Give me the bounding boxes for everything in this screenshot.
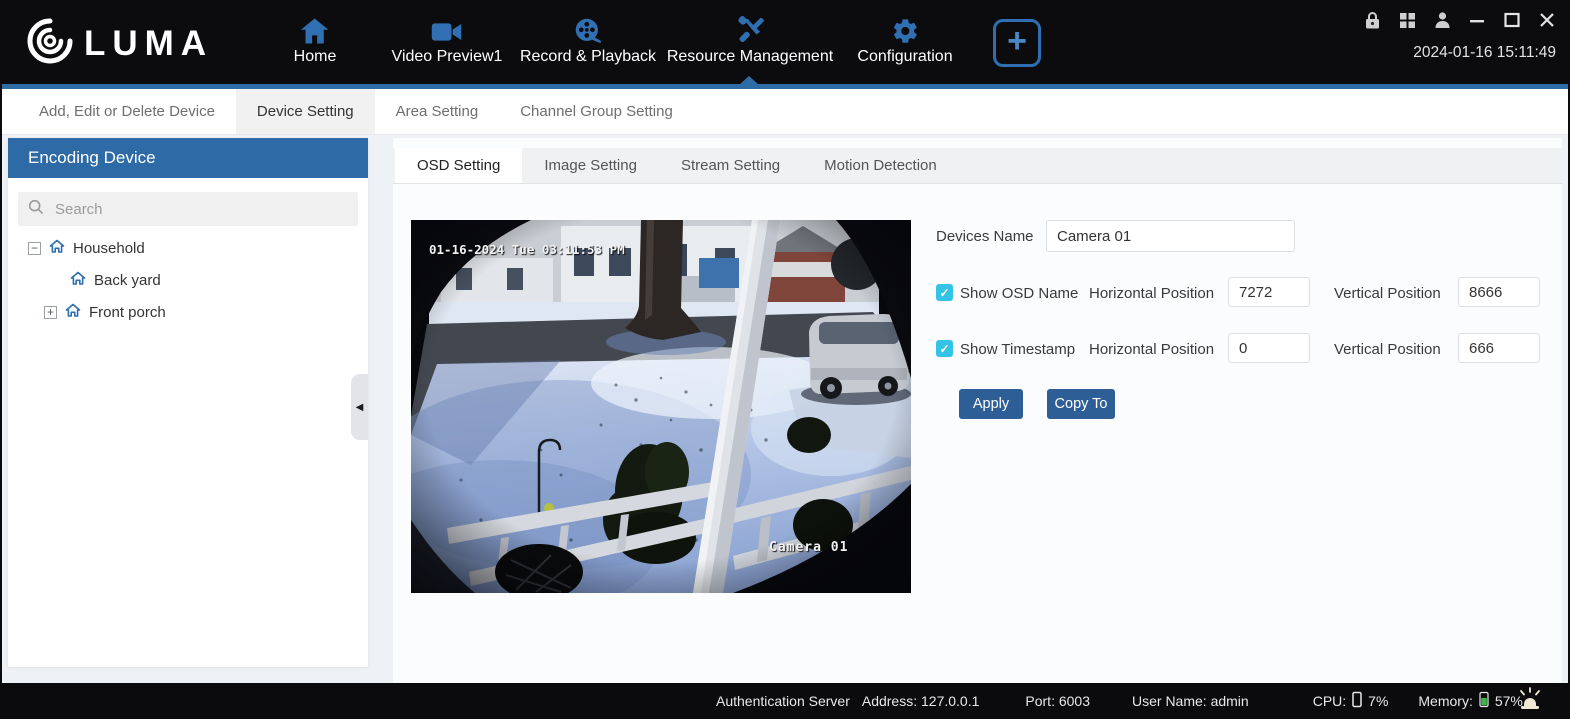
- device-tree-panel: Encoding Device Household Back yard: [8, 138, 368, 667]
- memory-usage-label: Memory:: [1418, 693, 1473, 709]
- cpu-usage: CPU: 7%: [1312, 691, 1389, 711]
- alarm-icon[interactable]: [1516, 685, 1544, 714]
- sidebar-title: Encoding Device: [8, 138, 368, 178]
- tab-stream-setting[interactable]: Stream Setting: [659, 148, 802, 183]
- sidebar-collapse-handle[interactable]: ◀: [351, 374, 368, 440]
- cpu-icon: [1352, 691, 1362, 711]
- osd-horizontal-position-input[interactable]: [1228, 277, 1310, 307]
- timestamp-horizontal-position-label: Horizontal Position: [1089, 341, 1215, 358]
- tab-motion-detection[interactable]: Motion Detection: [802, 148, 959, 183]
- system-datetime: 2024-01-16 15:11:49: [1413, 44, 1556, 61]
- camera-video-frame: [341, 218, 911, 620]
- resource-subtabs: Add, Edit or Delete Device Device Settin…: [2, 89, 1568, 135]
- expand-node-icon[interactable]: [44, 305, 57, 319]
- luma-logo-icon: [26, 17, 74, 70]
- timestamp-horizontal-position-input[interactable]: [1228, 333, 1310, 363]
- nav-home-label: Home: [293, 48, 337, 65]
- subtab-channel-group-setting[interactable]: Channel Group Setting: [499, 89, 694, 134]
- maximize-icon[interactable]: [1501, 9, 1523, 31]
- osd-vertical-position-input[interactable]: [1458, 277, 1540, 307]
- brand-name: LUMA: [84, 23, 214, 63]
- window-border-left: [0, 0, 2, 719]
- memory-icon: [1479, 691, 1489, 711]
- auth-server-label: Authentication Server: [716, 693, 850, 709]
- tree-item-label: Household: [73, 239, 145, 257]
- tab-osd-setting[interactable]: OSD Setting: [395, 148, 523, 183]
- layout-grid-icon[interactable]: [1396, 9, 1418, 31]
- search-input[interactable]: [53, 199, 348, 219]
- show-timestamp-label: Show Timestamp: [960, 341, 1076, 358]
- timestamp-vertical-position-input[interactable]: [1458, 333, 1540, 363]
- app-window: LUMA Home Video Preview1 Record & Playba…: [0, 0, 1570, 719]
- home-icon: [300, 13, 330, 45]
- auth-server-port: Port: 6003: [1025, 693, 1090, 709]
- show-osd-name-label: Show OSD Name: [960, 285, 1079, 302]
- show-timestamp-checkbox[interactable]: [936, 340, 953, 357]
- nav-resource-management-label: Resource Management: [666, 48, 834, 65]
- tree-item-household[interactable]: Household: [28, 236, 145, 260]
- add-icon: +: [1007, 22, 1027, 60]
- apply-button[interactable]: Apply: [959, 389, 1023, 419]
- device-search-box[interactable]: [18, 192, 358, 226]
- minimize-icon[interactable]: [1466, 9, 1488, 31]
- cpu-usage-value: 7%: [1368, 693, 1389, 709]
- window-controls: [1361, 9, 1558, 31]
- active-nav-pointer: [739, 76, 759, 85]
- lock-icon[interactable]: [1361, 9, 1383, 31]
- cpu-usage-label: CPU:: [1312, 693, 1347, 709]
- header-accent-strip: [0, 76, 1570, 89]
- show-osd-name-checkbox[interactable]: [936, 284, 953, 301]
- collapse-node-icon[interactable]: [28, 241, 41, 255]
- nav-record-playback-label: Record & Playback: [519, 48, 657, 65]
- subtab-device-setting[interactable]: Device Setting: [235, 89, 375, 134]
- logged-in-user: User Name: admin: [1132, 693, 1249, 709]
- nav-configuration-label: Configuration: [857, 48, 953, 65]
- subtab-add-edit-delete-device[interactable]: Add, Edit or Delete Device: [18, 89, 236, 134]
- subtab-area-setting[interactable]: Area Setting: [375, 89, 500, 134]
- chevron-left-icon: ◀: [355, 401, 364, 413]
- add-module-button[interactable]: +: [993, 19, 1041, 67]
- devices-name-input[interactable]: [1046, 220, 1295, 252]
- tools-icon: [734, 13, 766, 45]
- house-icon: [70, 271, 86, 290]
- tree-item-label: Back yard: [94, 271, 161, 289]
- devices-name-label: Devices Name: [936, 228, 1034, 245]
- setting-tabs: OSD Setting Image Setting Stream Setting…: [393, 148, 1562, 184]
- gear-icon: [891, 13, 919, 45]
- nav-resource-management[interactable]: Resource Management: [667, 13, 833, 66]
- memory-usage: Memory: 57%: [1418, 691, 1523, 711]
- house-icon: [65, 303, 81, 322]
- video-camera-icon: [431, 13, 463, 45]
- top-header: LUMA Home Video Preview1 Record & Playba…: [0, 0, 1570, 84]
- tab-image-setting[interactable]: Image Setting: [522, 148, 659, 183]
- nav-configuration[interactable]: Configuration: [857, 13, 953, 66]
- close-icon[interactable]: [1536, 9, 1558, 31]
- tree-item-front-porch[interactable]: Front porch: [44, 300, 166, 324]
- osd-vertical-position-label: Vertical Position: [1334, 285, 1441, 302]
- nav-video-preview-label: Video Preview1: [391, 48, 503, 65]
- auth-server-address: Address: 127.0.0.1: [861, 693, 980, 709]
- tree-item-back-yard[interactable]: Back yard: [70, 268, 161, 292]
- nav-video-preview[interactable]: Video Preview1: [391, 13, 503, 66]
- luma-logo: LUMA: [26, 17, 213, 70]
- nav-home[interactable]: Home: [293, 13, 337, 66]
- copy-to-button[interactable]: Copy To: [1047, 389, 1115, 419]
- timestamp-vertical-position-label: Vertical Position: [1334, 341, 1441, 358]
- osd-horizontal-position-label: Horizontal Position: [1089, 285, 1215, 302]
- tree-item-label: Front porch: [89, 303, 166, 321]
- video-osd-name: Camera 01: [769, 540, 849, 555]
- film-reel-icon: [573, 13, 603, 45]
- video-osd-timestamp: 01-16-2024 Tue 03:11:53 PM: [429, 242, 625, 257]
- status-bar: Authentication Server Address: 127.0.0.1…: [0, 683, 1570, 719]
- camera-preview: 01-16-2024 Tue 03:11:53 PM Camera 01: [341, 218, 911, 620]
- search-icon: [28, 199, 44, 220]
- house-icon: [49, 239, 65, 258]
- user-icon[interactable]: [1431, 9, 1453, 31]
- nav-record-playback[interactable]: Record & Playback: [520, 13, 656, 66]
